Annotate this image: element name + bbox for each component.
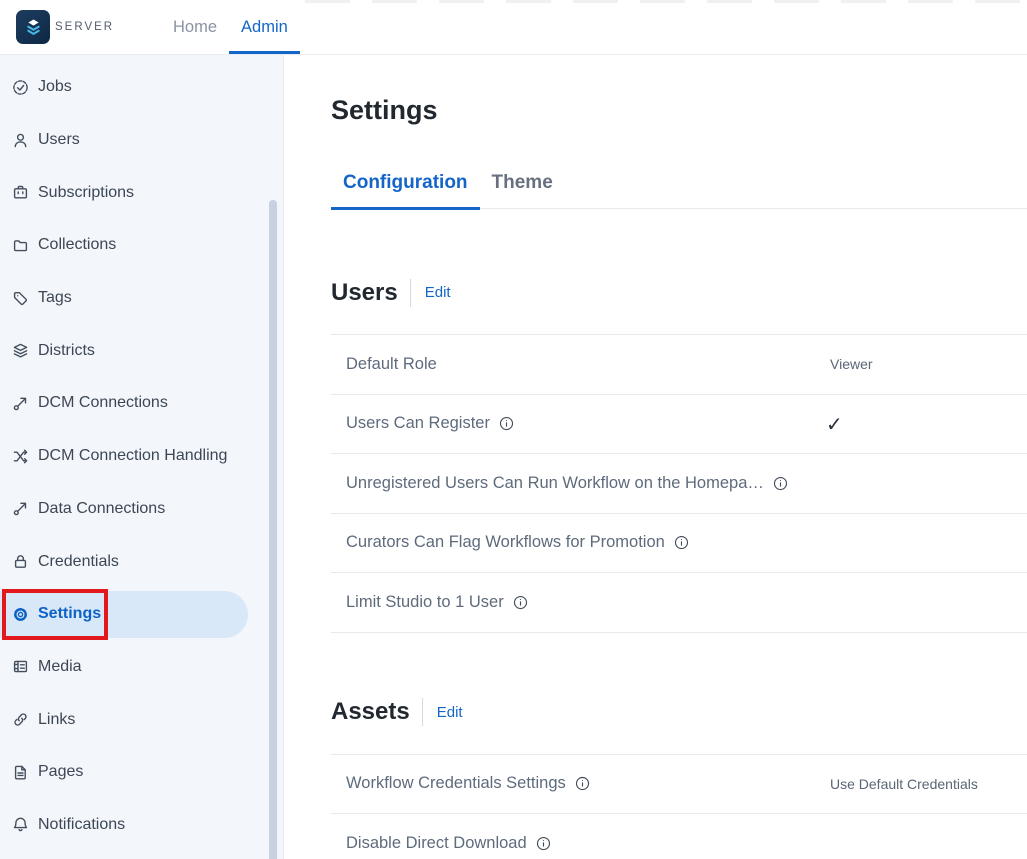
sidebar-item-dcm-connection-handling[interactable]: DCM Connection Handling <box>0 430 283 483</box>
row-value: Use Default Credentials <box>830 776 978 792</box>
sidebar-item-label: Tags <box>38 289 72 307</box>
section-heading: Assets <box>331 698 410 726</box>
table-row: Disable Direct Download <box>331 814 1027 859</box>
sidebar-item-label: DCM Connections <box>38 394 168 412</box>
top-nav: Home Admin <box>161 0 300 54</box>
link-icon <box>12 711 29 728</box>
sidebar-item-subscriptions[interactable]: Subscriptions <box>0 166 283 219</box>
sidebar-item-data-connections[interactable]: Data Connections <box>0 483 283 536</box>
row-label: Users Can Register <box>331 414 490 433</box>
row-label: Disable Direct Download <box>331 834 527 853</box>
row-value: Viewer <box>830 356 873 372</box>
sidebar-item-label: Jobs <box>38 78 72 96</box>
sidebar-item-users[interactable]: Users <box>0 114 283 167</box>
jobs-clock-check-icon <box>12 79 29 96</box>
layers-logo-icon <box>22 16 45 39</box>
table-row: Unregistered Users Can Run Workflow on t… <box>331 454 1027 514</box>
table-row: Curators Can Flag Workflows for Promotio… <box>331 514 1027 574</box>
sidebar-item-label: Users <box>38 131 80 149</box>
user-icon <box>12 132 29 149</box>
sidebar-item-label: Notifications <box>38 816 125 834</box>
edit-users-link[interactable]: Edit <box>425 284 451 301</box>
brand-name: SERVER <box>55 0 114 54</box>
info-icon[interactable] <box>773 476 788 491</box>
briefcase-icon <box>12 184 29 201</box>
gear-icon <box>12 606 29 623</box>
sidebar-item-collections[interactable]: Collections <box>0 219 283 272</box>
sidebar-menu: Jobs Users Subscriptions Collections Tag… <box>0 55 283 851</box>
heading-divider <box>422 698 423 726</box>
section-header: Assets Edit <box>331 697 1027 728</box>
row-label: Curators Can Flag Workflows for Promotio… <box>331 533 665 552</box>
admin-sidebar: Jobs Users Subscriptions Collections Tag… <box>0 55 284 859</box>
sidebar-item-links[interactable]: Links <box>0 693 283 746</box>
table-row: Users Can Register ✓ <box>331 395 1027 455</box>
section-header: Users Edit <box>331 277 1027 308</box>
table-row: Default Role Viewer <box>331 335 1027 395</box>
check-mark: ✓ <box>826 412 843 436</box>
sidebar-item-label: Credentials <box>38 553 119 571</box>
top-edge-artifact <box>305 0 1027 3</box>
section-users: Users Edit Default Role Viewer Users Can… <box>331 277 1027 633</box>
sidebar-item-districts[interactable]: Districts <box>0 324 283 377</box>
sidebar-item-label: DCM Connection Handling <box>38 447 227 465</box>
sidebar-item-notifications[interactable]: Notifications <box>0 799 283 852</box>
users-settings-table: Default Role Viewer Users Can Register ✓… <box>331 334 1027 633</box>
sidebar-item-dcm-connections[interactable]: DCM Connections <box>0 377 283 430</box>
table-row: Workflow Credentials Settings Use Defaul… <box>331 755 1027 815</box>
sidebar-item-media[interactable]: Media <box>0 641 283 694</box>
info-icon[interactable] <box>575 776 590 791</box>
diagonal-arrow-icon <box>12 500 29 517</box>
sidebar-item-pages[interactable]: Pages <box>0 746 283 799</box>
sidebar-item-label: Collections <box>38 236 116 254</box>
shuffle-icon <box>12 448 29 465</box>
section-assets: Assets Edit Workflow Credentials Setting… <box>331 697 1027 859</box>
sidebar-item-label: Links <box>38 711 75 729</box>
table-row: Limit Studio to 1 User <box>331 573 1027 633</box>
nav-tab-home[interactable]: Home <box>161 0 229 54</box>
tab-theme[interactable]: Theme <box>480 172 565 208</box>
tab-configuration[interactable]: Configuration <box>331 172 480 210</box>
sidebar-item-label: Pages <box>38 763 83 781</box>
brand-logo[interactable] <box>16 10 50 44</box>
row-label: Workflow Credentials Settings <box>331 774 566 793</box>
sidebar-item-credentials[interactable]: Credentials <box>0 535 283 588</box>
assets-settings-table: Workflow Credentials Settings Use Defaul… <box>331 754 1027 859</box>
sidebar-item-label: Settings <box>38 605 101 623</box>
sidebar-item-label: Media <box>38 658 82 676</box>
layers-icon <box>12 342 29 359</box>
heading-divider <box>410 279 411 307</box>
sidebar-item-label: Subscriptions <box>38 184 134 202</box>
info-icon[interactable] <box>499 416 514 431</box>
edit-assets-link[interactable]: Edit <box>437 704 463 721</box>
sidebar-item-jobs[interactable]: Jobs <box>0 61 283 114</box>
top-bar: SERVER Home Admin <box>0 0 1027 55</box>
diagonal-arrow-icon <box>12 395 29 412</box>
tag-icon <box>12 290 29 307</box>
info-icon[interactable] <box>513 595 528 610</box>
sidebar-item-settings[interactable]: Settings <box>0 588 283 641</box>
main-content: Settings Configuration Theme Users Edit … <box>285 55 1027 859</box>
lock-icon <box>12 553 29 570</box>
sidebar-scrollbar[interactable] <box>269 200 277 859</box>
row-label: Unregistered Users Can Run Workflow on t… <box>331 474 764 493</box>
folder-icon <box>12 237 29 254</box>
row-label: Limit Studio to 1 User <box>331 593 504 612</box>
page-icon <box>12 764 29 781</box>
section-heading: Users <box>331 279 398 307</box>
row-label: Default Role <box>331 355 437 374</box>
sidebar-item-label: Data Connections <box>38 500 165 518</box>
info-icon[interactable] <box>536 836 551 851</box>
bell-icon <box>12 816 29 833</box>
settings-tabs: Configuration Theme <box>331 172 1027 209</box>
film-icon <box>12 658 29 675</box>
info-icon[interactable] <box>674 535 689 550</box>
sidebar-item-label: Districts <box>38 342 95 360</box>
nav-tab-admin[interactable]: Admin <box>229 0 300 54</box>
sidebar-item-tags[interactable]: Tags <box>0 272 283 325</box>
page-title: Settings <box>331 95 1027 126</box>
